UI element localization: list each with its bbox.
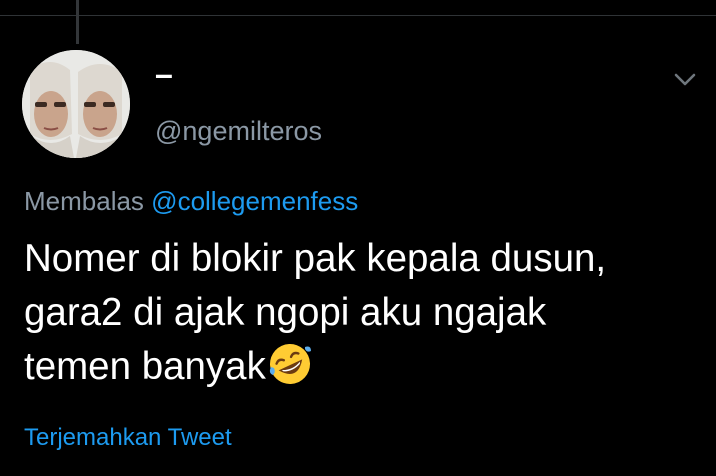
tweet-text-line: temen banyak xyxy=(24,345,266,388)
tweet-text-line: gara2 di ajak ngopi aku ngajak xyxy=(24,291,547,334)
thread-connector-line xyxy=(76,0,79,44)
mention-link[interactable]: @collegemenfess xyxy=(151,186,358,216)
tweet-text: Nomer di blokir pak kepala dusun, gara2 … xyxy=(24,232,704,394)
replying-to: Membalas @collegemenfess xyxy=(24,183,358,219)
avatar-image xyxy=(22,50,130,158)
avatar[interactable] xyxy=(22,50,130,158)
tweet-text-line: Nomer di blokir pak kepala dusun, xyxy=(24,237,607,280)
user-handle[interactable]: @ngemilteros xyxy=(155,113,322,149)
replying-to-label: Membalas xyxy=(24,186,144,216)
display-name[interactable]: – xyxy=(155,54,173,94)
rolling-on-the-floor-laughing-emoji-icon xyxy=(267,341,313,387)
top-divider xyxy=(0,15,716,16)
chevron-down-icon[interactable] xyxy=(672,66,698,92)
translate-tweet-link[interactable]: Terjemahkan Tweet xyxy=(24,422,232,454)
